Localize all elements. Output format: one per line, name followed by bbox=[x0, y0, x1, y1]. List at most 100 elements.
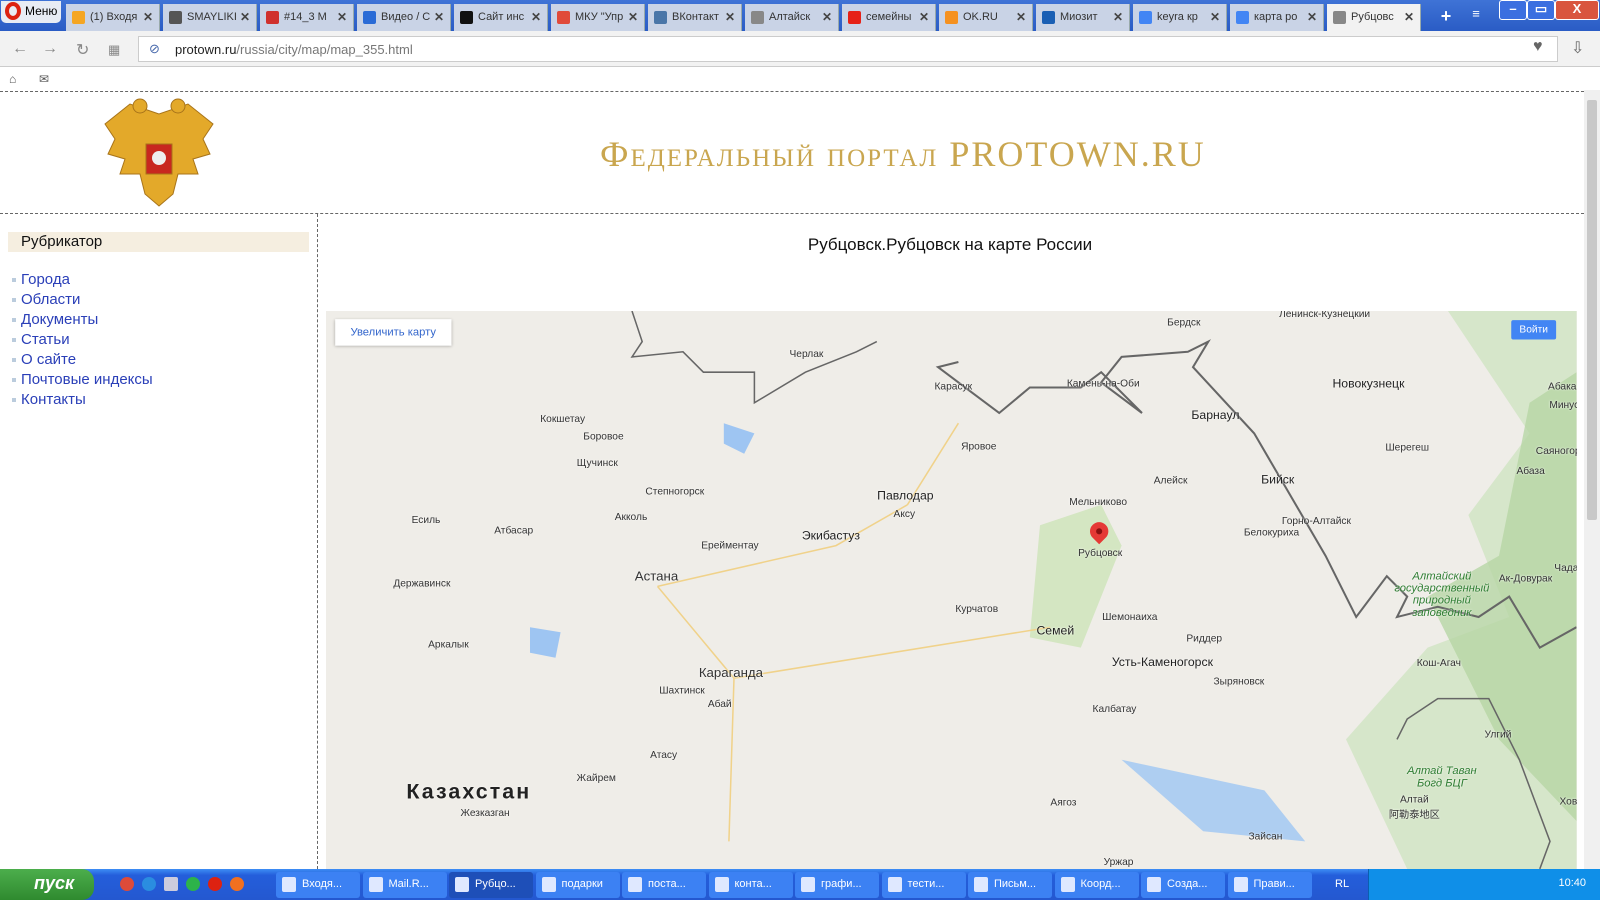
task-label: поста... bbox=[648, 878, 686, 890]
close-tab-icon[interactable]: ✕ bbox=[240, 10, 250, 24]
task-label: подарки bbox=[561, 878, 603, 890]
url-host: protown.ru bbox=[175, 42, 237, 57]
sidebar-link[interactable]: Почтовые индексы bbox=[12, 371, 153, 391]
close-tab-icon[interactable]: ✕ bbox=[919, 10, 929, 24]
mailru-agent-icon[interactable] bbox=[186, 877, 200, 891]
map-label-kamen: Камень-на-Оби bbox=[1066, 378, 1140, 390]
taskbar-button[interactable]: Рубцо... bbox=[449, 872, 533, 898]
scrollbar-thumb[interactable] bbox=[1587, 100, 1597, 520]
close-tab-icon[interactable]: ✕ bbox=[531, 10, 541, 24]
close-tab-icon[interactable]: ✕ bbox=[822, 10, 832, 24]
enlarge-map-button[interactable]: Увеличить карту bbox=[335, 319, 452, 346]
firefox-icon[interactable] bbox=[230, 877, 244, 891]
page-icon bbox=[1333, 11, 1346, 24]
browser-tab[interactable]: МКУ "Упр ✕ bbox=[551, 4, 645, 31]
sidebar-nav: Города Области Документы Статьи О сайте Почто… bbox=[12, 271, 153, 411]
close-tab-icon[interactable]: ✕ bbox=[1307, 10, 1317, 24]
close-tab-icon[interactable]: ✕ bbox=[628, 10, 638, 24]
browser-tab[interactable]: Алтайск ✕ bbox=[745, 4, 839, 31]
taskbar-button[interactable]: конта... bbox=[708, 872, 793, 898]
back-icon[interactable]: ← bbox=[12, 40, 28, 58]
speed-dial-icon[interactable]: ▦ bbox=[108, 42, 120, 58]
google-icon bbox=[1139, 11, 1152, 24]
login-button[interactable]: Войти bbox=[1511, 320, 1557, 340]
restore-button[interactable]: ▭ bbox=[1527, 0, 1555, 20]
taskbar-button[interactable]: Mail.R... bbox=[362, 872, 447, 898]
vertical-scrollbar[interactable] bbox=[1584, 90, 1600, 869]
taskbar-button[interactable]: Письм... bbox=[968, 872, 1052, 898]
map-label-akkol: Акколь bbox=[614, 511, 648, 524]
heart-icon[interactable]: ♥ bbox=[1533, 38, 1543, 56]
close-tab-icon[interactable]: ✕ bbox=[1210, 10, 1220, 24]
browser-tab[interactable]: семейны ✕ bbox=[842, 4, 936, 31]
map-label-kalbatau: Калбатау bbox=[1092, 703, 1137, 715]
task-label: графи... bbox=[821, 878, 862, 890]
close-tab-icon[interactable]: ✕ bbox=[1404, 10, 1414, 24]
taskbar-button[interactable]: поста... bbox=[622, 872, 706, 898]
sidebar-link[interactable]: Статьи bbox=[12, 331, 153, 351]
close-tab-icon[interactable]: ✕ bbox=[434, 10, 444, 24]
close-tab-icon[interactable]: ✕ bbox=[1113, 10, 1123, 24]
close-tab-icon[interactable]: ✕ bbox=[337, 10, 347, 24]
browser-tab[interactable]: карта ро ✕ bbox=[1230, 4, 1324, 31]
browser-tab[interactable]: Видео / С ✕ bbox=[357, 4, 451, 31]
minimize-button[interactable]: – bbox=[1499, 0, 1527, 20]
taskbar-button[interactable]: Прави... bbox=[1227, 872, 1312, 898]
task-label: конта... bbox=[734, 878, 772, 890]
opera-icon[interactable] bbox=[208, 877, 222, 891]
tab-list-icon[interactable]: ≡ bbox=[1462, 6, 1490, 26]
taskbar-button[interactable]: Созда... bbox=[1141, 872, 1225, 898]
page-heading: Рубцовск.Рубцовск на карте России bbox=[807, 235, 1093, 254]
close-tab-icon[interactable]: ✕ bbox=[143, 10, 153, 24]
lake bbox=[723, 423, 755, 454]
task-app-icon bbox=[1147, 877, 1161, 892]
browser-tab[interactable]: keyra кр ✕ bbox=[1133, 4, 1227, 31]
browser-tab[interactable]: ВКонтакт ✕ bbox=[648, 4, 742, 31]
map-label-rubtsovsk: Рубцовск bbox=[1078, 547, 1123, 559]
browser-tab[interactable]: (1) Входя ✕ bbox=[66, 4, 160, 31]
ie-icon[interactable] bbox=[142, 877, 156, 891]
language-indicator[interactable]: RL bbox=[1335, 878, 1349, 890]
map-label-zapovednik: Алтайский государственный природный запо… bbox=[1394, 570, 1490, 620]
taskbar-button[interactable]: Входя... bbox=[276, 872, 360, 898]
download-icon[interactable]: ⇩ bbox=[1571, 38, 1584, 58]
map-label-altay_cn: 阿勒泰地区 bbox=[1388, 809, 1440, 821]
sidebar-link[interactable]: Контакты bbox=[12, 391, 153, 411]
doc-red-icon bbox=[557, 11, 570, 24]
close-tab-icon[interactable]: ✕ bbox=[1016, 10, 1026, 24]
desktop-icon[interactable] bbox=[164, 877, 178, 891]
forward-icon[interactable]: → bbox=[42, 40, 58, 58]
map-label-zhairem: Жайрем bbox=[576, 773, 616, 785]
opera-menu-button[interactable]: Меню bbox=[1, 1, 61, 23]
tab-title: Алтайск bbox=[769, 11, 811, 23]
map-label-arkalyk: Аркалык bbox=[428, 639, 469, 651]
chrome-icon[interactable] bbox=[120, 877, 134, 891]
browser-tab[interactable]: Сайт инс ✕ bbox=[454, 4, 548, 31]
task-label: Mail.R... bbox=[388, 878, 429, 890]
url-input[interactable]: ⊘ protown.ru/russia/city/map/map_355.htm… bbox=[138, 36, 1558, 62]
taskbar-button[interactable]: Коорд... bbox=[1054, 872, 1139, 898]
browser-tab[interactable]: #14_3 М ✕ bbox=[260, 4, 354, 31]
close-tab-icon[interactable]: ✕ bbox=[725, 10, 735, 24]
browser-tab[interactable]: OK.RU ✕ bbox=[939, 4, 1033, 31]
taskbar-button[interactable]: подарки bbox=[535, 872, 620, 898]
taskbar-button[interactable]: тести... bbox=[881, 872, 966, 898]
map-label-derzhavinsk: Державинск bbox=[393, 578, 451, 590]
sidebar-link[interactable]: Области bbox=[12, 291, 153, 311]
taskbar-button[interactable]: графи... bbox=[795, 872, 879, 898]
sidebar-link[interactable]: Документы bbox=[12, 311, 153, 331]
close-window-button[interactable]: X bbox=[1555, 0, 1599, 20]
browser-tab[interactable]: Миозит ✕ bbox=[1036, 4, 1130, 31]
browser-tab[interactable]: Рубцовс ✕ bbox=[1327, 4, 1421, 31]
start-button[interactable]: пуск bbox=[0, 869, 94, 900]
tab-title: SMAYLIKI bbox=[187, 11, 237, 23]
sidebar-link[interactable]: О сайте bbox=[12, 351, 153, 371]
browser-tab[interactable]: SMAYLIKI ✕ bbox=[163, 4, 257, 31]
start-label: пуск bbox=[34, 873, 75, 893]
mail-icon[interactable]: ✉ bbox=[39, 72, 49, 86]
new-tab-button[interactable]: + bbox=[1432, 6, 1460, 26]
sidebar-link[interactable]: Города bbox=[12, 271, 153, 291]
reload-icon[interactable]: ↻ bbox=[76, 40, 89, 60]
google-map[interactable]: Увеличить карту Войти Бердск Ленинск-Кузн… bbox=[326, 311, 1577, 869]
home-icon[interactable]: ⌂ bbox=[9, 72, 16, 86]
